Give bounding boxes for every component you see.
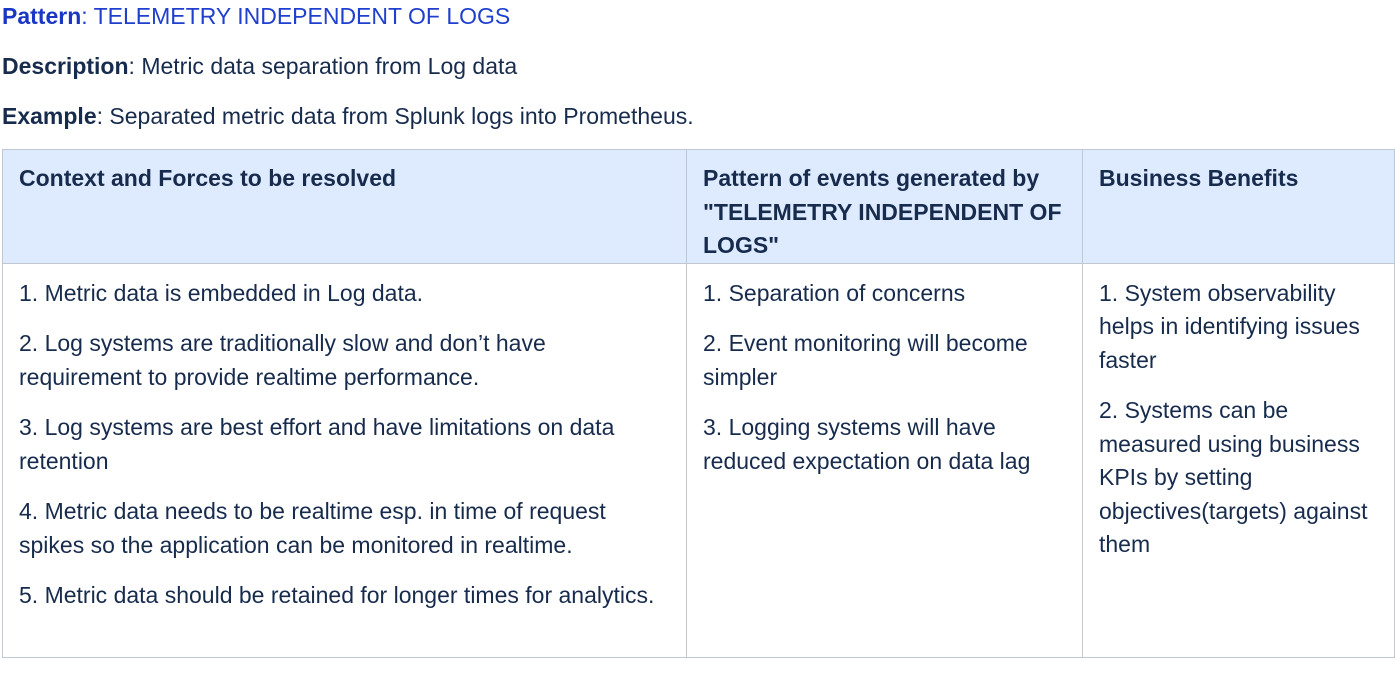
benefit-item: 2. Systems can be measured using busines… bbox=[1099, 397, 1368, 557]
table-header-row: Context and Forces to be resolved Patter… bbox=[2, 149, 1395, 264]
cell-business-benefits: 1. System observability helps in identif… bbox=[1082, 262, 1395, 658]
cell-pattern-events: 1. Separation of concerns 2. Event monit… bbox=[686, 262, 1083, 658]
context-item: 5. Metric data should be retained for lo… bbox=[19, 582, 655, 608]
pattern-label: Pattern bbox=[2, 3, 82, 29]
pattern-event-item: 1. Separation of concerns bbox=[703, 279, 966, 306]
example-separator: : bbox=[96, 103, 110, 129]
header-pattern-events: Pattern of events generated by "TELEMETR… bbox=[686, 149, 1083, 264]
description-value: Metric data separation from Log data bbox=[141, 53, 518, 79]
context-item: 4. Metric data needs to be realtime esp.… bbox=[19, 498, 606, 558]
pattern-line: Pattern: TELEMETRY INDEPENDENT OF LOGS bbox=[2, 1, 510, 31]
header-context: Context and Forces to be resolved bbox=[2, 149, 687, 264]
pattern-event-item: 2. Event monitoring will become simpler bbox=[703, 330, 1028, 390]
table-row: 1. Metric data is embedded in Log data. … bbox=[2, 262, 1395, 658]
pattern-table: Context and Forces to be resolved Patter… bbox=[2, 149, 1395, 658]
pattern-value: TELEMETRY INDEPENDENT OF LOGS bbox=[93, 3, 511, 29]
description-separator: : bbox=[128, 53, 142, 79]
context-item: 2. Log systems are traditionally slow an… bbox=[19, 330, 546, 390]
pattern-event-item: 3. Logging systems will have reduced exp… bbox=[703, 414, 1031, 474]
benefit-item: 1. System observability helps in identif… bbox=[1099, 279, 1360, 373]
example-value: Separated metric data from Splunk logs i… bbox=[109, 103, 694, 129]
pattern-separator: : bbox=[81, 3, 94, 29]
example-label: Example bbox=[2, 103, 97, 129]
description-line: Description: Metric data separation from… bbox=[2, 51, 517, 81]
context-item: 1. Metric data is embedded in Log data. bbox=[19, 279, 424, 306]
example-line: Example: Separated metric data from Splu… bbox=[2, 101, 694, 131]
cell-context: 1. Metric data is embedded in Log data. … bbox=[2, 262, 687, 658]
header-business-benefits: Business Benefits bbox=[1082, 149, 1395, 264]
context-item: 3. Log systems are best effort and have … bbox=[19, 414, 615, 474]
description-label: Description bbox=[2, 53, 129, 79]
